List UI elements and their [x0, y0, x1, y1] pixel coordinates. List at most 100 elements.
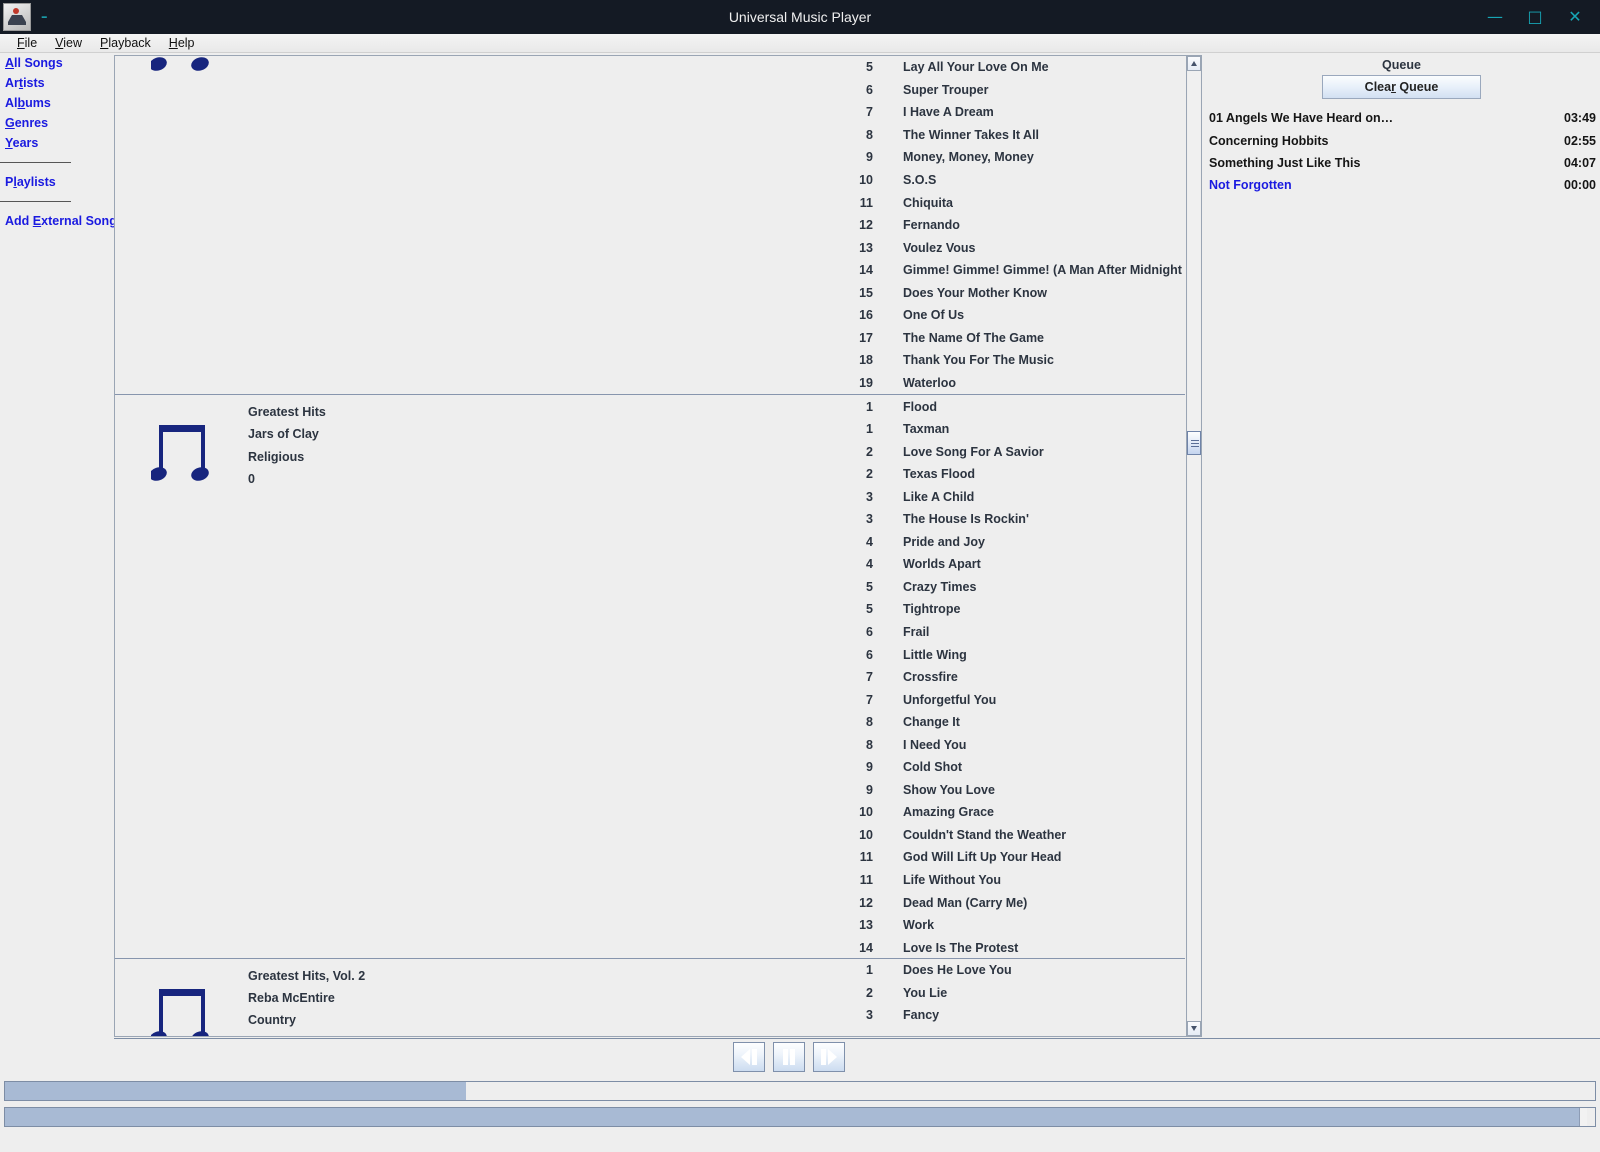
track-row[interactable]: 19 Waterloo: [837, 372, 1185, 395]
sidebar-item-years[interactable]: Years: [0, 133, 114, 153]
queue-row[interactable]: 01 Angels We Have Heard on… 03:49: [1206, 107, 1600, 129]
track-row[interactable]: 5 Tightrope: [837, 598, 1185, 621]
track-title: Gimme! Gimme! Gimme! (A Man After Midnig…: [903, 263, 1185, 278]
track-row[interactable]: 13 Work: [837, 914, 1185, 937]
track-row[interactable]: 15 Does Your Mother Know: [837, 281, 1185, 304]
sidebar-item-all-songs[interactable]: All Songs: [0, 53, 114, 73]
track-row[interactable]: 5 Crazy Times: [837, 576, 1185, 599]
menu-help[interactable]: Help: [160, 36, 204, 50]
menu-view[interactable]: View: [46, 36, 91, 50]
track-number: 12: [859, 895, 873, 910]
track-number: 10: [859, 173, 873, 187]
previous-button[interactable]: [733, 1042, 765, 1072]
menu-file[interactable]: File: [8, 36, 46, 50]
music-note-icon: [149, 57, 209, 71]
track-row[interactable]: 11 God Will Lift Up Your Head: [837, 846, 1185, 869]
track-title: Chiquita: [903, 195, 953, 210]
track-row[interactable]: 16 One Of Us: [837, 304, 1185, 327]
track-row[interactable]: 12 Fernando: [837, 214, 1185, 237]
track-row[interactable]: 3 Fancy: [837, 1004, 1185, 1027]
queue-row[interactable]: Not Forgotten 00:00: [1206, 174, 1600, 196]
track-row[interactable]: 4 Worlds Apart: [837, 553, 1185, 576]
window-title: Universal Music Player: [728, 9, 872, 25]
track-title: The Name Of The Game: [903, 330, 1045, 345]
track-title: Does Your Mother Know: [903, 285, 1047, 300]
sidebar-item-playlists[interactable]: Playlists: [0, 172, 114, 192]
track-row[interactable]: 1 Taxman: [837, 418, 1185, 441]
album-art: [149, 987, 213, 1036]
track-row[interactable]: 17 The Name Of The Game: [837, 327, 1185, 350]
track-number: 13: [859, 240, 873, 255]
queue-list[interactable]: 01 Angels We Have Heard on… 03:49 Concerni…: [1206, 107, 1600, 1037]
track-row[interactable]: 1 Does He Love You: [837, 959, 1185, 982]
track-row[interactable]: 3 The House Is Rockin': [837, 508, 1185, 531]
sidebar-item-add-external-song[interactable]: Add External Song: [0, 211, 117, 231]
track-row[interactable]: 10 S.O.S: [837, 169, 1185, 192]
track-row[interactable]: 9 Money, Money, Money: [837, 146, 1185, 169]
track-row[interactable]: 18 Thank You For The Music: [837, 349, 1185, 372]
queue-item-name: Not Forgotten: [1209, 178, 1292, 193]
album-block: Greatest Hits, Vol. 2 Reba McEntire Countr…: [115, 958, 1185, 1036]
next-button[interactable]: [813, 1042, 845, 1072]
queue-row[interactable]: Concerning Hobbits 02:55: [1206, 129, 1600, 151]
track-row[interactable]: 8 The Winner Takes It All: [837, 124, 1185, 147]
track-row[interactable]: 9 Show You Love: [837, 779, 1185, 802]
scroll-up-arrow-icon[interactable]: [1187, 56, 1201, 71]
track-row[interactable]: 2 Texas Flood: [837, 463, 1185, 486]
album-artist: Reba McEntire: [248, 991, 335, 1006]
track-number: 10: [859, 805, 873, 820]
track-row[interactable]: 11 Life Without You: [837, 869, 1185, 892]
clear-queue-button[interactable]: Clear Queue: [1322, 75, 1481, 99]
library-vertical-scrollbar[interactable]: [1186, 55, 1202, 1037]
sidebar-item-artists[interactable]: Artists: [0, 73, 114, 93]
track-row[interactable]: 8 I Need You: [837, 733, 1185, 756]
sidebar-item-albums[interactable]: Albums: [0, 93, 114, 113]
track-row[interactable]: 14 Love Is The Protest: [837, 936, 1185, 959]
maximize-icon[interactable]: □: [1526, 9, 1544, 25]
track-row[interactable]: 11 Chiquita: [837, 191, 1185, 214]
track-row[interactable]: 3 Like A Child: [837, 485, 1185, 508]
track-row[interactable]: 6 Super Trouper: [837, 79, 1185, 102]
track-row[interactable]: 2 You Lie: [837, 982, 1185, 1005]
volume-slider[interactable]: [4, 1107, 1596, 1127]
scrollbar-thumb[interactable]: [1187, 431, 1201, 455]
track-title: Show You Love: [903, 782, 995, 797]
track-title: Does He Love You: [903, 963, 1012, 978]
library-scroll-view[interactable]: 5 Lay All Your Love On Me 6 Super Trouper 7 I…: [115, 56, 1185, 1036]
pause-button[interactable]: [773, 1042, 805, 1072]
track-row[interactable]: 14 Gimme! Gimme! Gimme! (A Man After Midn…: [837, 259, 1185, 282]
track-title: Crossfire: [903, 670, 958, 685]
track-row[interactable]: 7 Crossfire: [837, 666, 1185, 689]
sidebar-item-genres[interactable]: Genres: [0, 113, 114, 133]
track-row[interactable]: 4 Pride and Joy: [837, 531, 1185, 554]
track-row[interactable]: 12 Dead Man (Carry Me): [837, 891, 1185, 914]
album-genre: Religious: [248, 449, 305, 464]
track-row[interactable]: 10 Amazing Grace: [837, 801, 1185, 824]
track-row[interactable]: 6 Little Wing: [837, 643, 1185, 666]
album-year: 0: [248, 471, 255, 486]
track-row[interactable]: 1 Flood: [837, 395, 1185, 418]
track-row[interactable]: 5 Lay All Your Love On Me: [837, 56, 1185, 79]
track-row[interactable]: 13 Voulez Vous: [837, 236, 1185, 259]
close-icon[interactable]: ✕: [1566, 9, 1584, 25]
track-number: 6: [866, 624, 873, 639]
track-list: 1 Does He Love You 2 You Lie 3 Fancy: [837, 959, 1185, 1027]
track-row[interactable]: 8 Change It: [837, 711, 1185, 734]
queue-row[interactable]: Something Just Like This 04:07: [1206, 152, 1600, 174]
track-row[interactable]: 7 Unforgetful You: [837, 688, 1185, 711]
menu-playback[interactable]: Playback: [91, 36, 160, 50]
volume-slider-knob[interactable]: [1579, 1108, 1588, 1126]
scrollbar-track[interactable]: [1188, 71, 1200, 1021]
track-row[interactable]: 6 Frail: [837, 621, 1185, 644]
track-row[interactable]: 10 Couldn't Stand the Weather: [837, 824, 1185, 847]
track-number: 4: [866, 557, 873, 572]
scroll-down-arrow-icon[interactable]: [1187, 1021, 1201, 1036]
track-row[interactable]: 9 Cold Shot: [837, 756, 1185, 779]
track-row[interactable]: 2 Love Song For A Savior: [837, 440, 1185, 463]
track-row[interactable]: 7 I Have A Dream: [837, 101, 1185, 124]
minimize-icon[interactable]: —: [1486, 9, 1504, 25]
track-number: 10: [859, 827, 873, 842]
track-number: 9: [866, 760, 873, 775]
track-title: Like A Child: [903, 489, 975, 504]
seek-slider[interactable]: [4, 1081, 1596, 1101]
